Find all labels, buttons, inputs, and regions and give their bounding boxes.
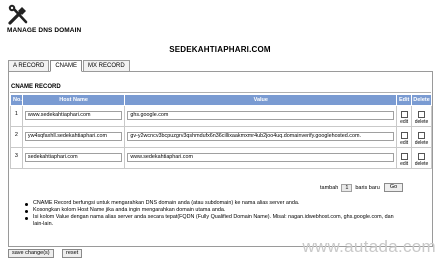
tab-cname[interactable]: CNAME <box>50 60 83 72</box>
row-number: 3 <box>10 147 23 169</box>
value-cell: ghs.google.com <box>124 105 398 127</box>
delete-checkbox[interactable] <box>418 111 426 118</box>
edit-checkbox[interactable] <box>400 153 408 160</box>
help-notes: CNAME Record berfungsi untuk mengarahkan… <box>25 200 395 228</box>
reset-button[interactable]: reset <box>62 249 83 258</box>
edit-cell: edit <box>396 147 413 169</box>
table-row: 3 sedekahtiaphari.com www.sedekahtiaphar… <box>10 147 432 169</box>
table-header-row: No. Host Name Value Edit Delete <box>10 94 432 106</box>
host-name-input[interactable]: yw4sqfaxhll.sedekahtiaphari.com <box>24 132 123 141</box>
host-cell: yw4sqfaxhll.sedekahtiaphari.com <box>21 126 126 148</box>
row-count-input[interactable]: 1 <box>341 183 353 192</box>
help-note: Kosongkan kolom Host Name jika anda ingi… <box>25 207 395 214</box>
delete-checkbox[interactable] <box>418 132 426 139</box>
value-input[interactable]: www.sedekahtiaphari.com <box>127 153 395 162</box>
value-cell: www.sedekahtiaphari.com <box>124 147 398 169</box>
edit-cell: edit <box>396 105 413 127</box>
header <box>7 4 31 26</box>
row-number: 2 <box>10 126 23 148</box>
table-row: 1 www.sedekahtiaphari.com ghs.google.com… <box>10 105 432 127</box>
edit-label: edit <box>400 161 409 167</box>
host-cell: sedekahtiaphari.com <box>21 147 126 169</box>
go-button[interactable]: Go <box>383 183 404 192</box>
table-row: 2 yw4sqfaxhll.sedekahtiaphari.com gv-y2w… <box>10 126 432 148</box>
watermark: www.autada.com <box>302 237 436 256</box>
delete-cell: delete <box>411 105 432 127</box>
edit-checkbox[interactable] <box>400 132 408 139</box>
delete-label: delete <box>414 119 429 125</box>
header-value: Value <box>124 94 398 106</box>
edit-cell: edit <box>396 126 413 148</box>
host-name-input[interactable]: sedekahtiaphari.com <box>24 153 123 162</box>
header-delete: Delete <box>411 94 432 106</box>
add-rows-control: tambah 1 baris baru Go <box>320 183 404 192</box>
delete-cell: delete <box>411 147 432 169</box>
delete-cell: delete <box>411 126 432 148</box>
header-edit: Edit <box>396 94 413 106</box>
delete-checkbox[interactable] <box>418 153 426 160</box>
panel-divider <box>10 92 431 93</box>
edit-label: edit <box>400 119 409 125</box>
edit-checkbox[interactable] <box>400 111 408 118</box>
value-input[interactable]: gv-y2wcncv3bcpuzgrv3qshmdufx6n36cillixaa… <box>127 132 395 141</box>
row-number: 1 <box>10 105 23 127</box>
domain-title: SEDEKAHTIAPHARI.COM <box>169 45 271 54</box>
help-note: CNAME Record berfungsi untuk mengarahkan… <box>25 200 395 207</box>
cname-panel: CNAME RECORD No. Host Name Value Edit De… <box>8 71 433 247</box>
host-name-input[interactable]: www.sedekahtiaphari.com <box>24 111 123 120</box>
header-host-name: Host Name <box>21 94 126 106</box>
header-no: No. <box>10 94 23 106</box>
delete-label: delete <box>414 140 429 146</box>
cname-table: No. Host Name Value Edit Delete 1 www.se… <box>10 94 432 169</box>
save-changes-button[interactable]: save change(s) <box>8 249 54 258</box>
delete-label: delete <box>414 161 429 167</box>
value-input[interactable]: ghs.google.com <box>127 111 395 120</box>
tools-icon <box>8 4 28 25</box>
edit-label: edit <box>400 140 409 146</box>
add-rows-suffix: baris baru <box>355 184 380 191</box>
panel-title: CNAME RECORD <box>11 84 61 90</box>
value-cell: gv-y2wcncv3bcpuzgrv3qshmdufx6n36cillixaa… <box>124 126 398 148</box>
add-rows-label: tambah <box>320 184 339 191</box>
help-note: Isi kolom Value dengan nama alias server… <box>25 214 395 228</box>
page-heading: MANAGE DNS DOMAIN <box>7 27 82 34</box>
host-cell: www.sedekahtiaphari.com <box>21 105 126 127</box>
